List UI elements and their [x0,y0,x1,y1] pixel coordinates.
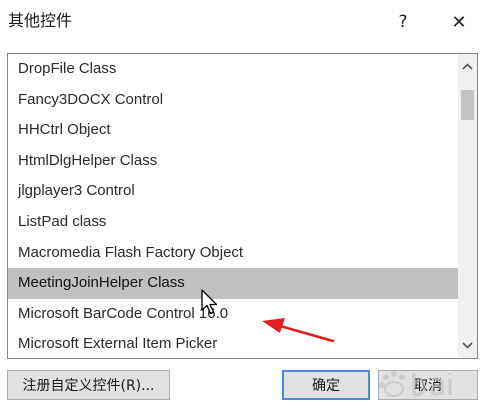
chevron-up-icon [462,63,473,70]
register-custom-control-button[interactable]: 注册自定义控件(R)... [7,370,170,400]
scroll-up-button[interactable] [458,57,477,76]
list-item[interactable]: HHCtrl Object [8,115,459,146]
dialog-title: 其他控件 [8,11,73,30]
list-item-selected[interactable]: MeetingJoinHelper Class [8,268,459,299]
list-item[interactable]: Microsoft BarCode Control 16.0 [8,299,459,330]
help-icon: ? [398,12,408,32]
cancel-button[interactable]: 取消 [378,370,478,400]
list-item[interactable]: Microsoft External Item Picker [8,329,459,358]
list-item[interactable]: jlgplayer3 Control [8,176,459,207]
list-item[interactable]: HtmlDlgHelper Class [8,146,459,177]
controls-listbox[interactable]: DropFile Class Fancy3DOCX Control HHCtrl… [7,53,478,359]
help-button[interactable]: ? [388,9,418,35]
chevron-down-icon [462,342,473,349]
list-item[interactable]: ListPad class [8,207,459,238]
close-button[interactable]: ✕ [444,9,474,35]
controls-list: DropFile Class Fancy3DOCX Control HHCtrl… [8,54,459,358]
vertical-scrollbar[interactable] [458,54,477,358]
close-icon: ✕ [451,11,467,33]
scroll-thumb[interactable] [461,90,474,120]
scroll-down-button[interactable] [458,336,477,355]
list-item[interactable]: DropFile Class [8,54,459,85]
list-item[interactable]: Macromedia Flash Factory Object [8,238,459,269]
other-controls-dialog: 其他控件 ? ✕ DropFile Class Fancy3DOCX Contr… [0,0,487,415]
title-bar: 其他控件 ? ✕ [0,0,487,46]
list-item[interactable]: Fancy3DOCX Control [8,85,459,116]
ok-button[interactable]: 确定 [282,370,370,400]
